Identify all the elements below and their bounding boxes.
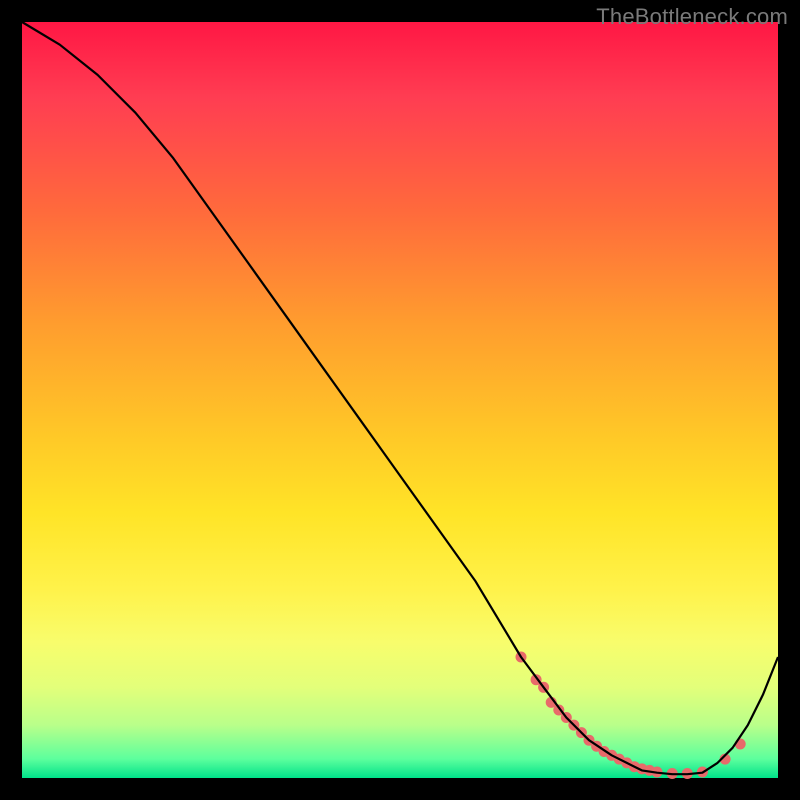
watermark-label: TheBottleneck.com [596, 4, 788, 30]
curve-markers [516, 652, 746, 780]
chart-frame: TheBottleneck.com [0, 0, 800, 800]
chart-svg [22, 22, 778, 778]
bottleneck-curve [22, 22, 778, 774]
